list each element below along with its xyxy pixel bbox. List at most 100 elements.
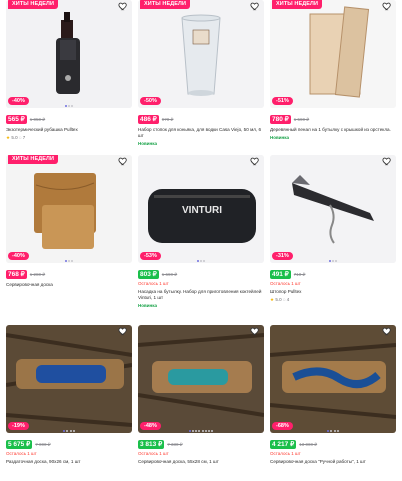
price-row: 780 ₽1 590 ₽ <box>270 115 396 124</box>
carousel-dots[interactable] <box>6 105 132 107</box>
product-title[interactable]: Раздаточная доска, 90х26 см, 1 шт <box>6 459 132 465</box>
svg-text:VINTURI: VINTURI <box>182 205 222 216</box>
carousel-dot[interactable] <box>211 430 214 432</box>
carousel-dot[interactable] <box>69 430 72 432</box>
discount-badge: -51% <box>272 97 293 105</box>
product-image[interactable]: -48% <box>138 325 264 433</box>
carousel-dots[interactable] <box>270 430 396 432</box>
carousel-dot[interactable] <box>332 260 334 262</box>
carousel-dot[interactable] <box>201 430 204 432</box>
hit-badge: ХИТЫ НЕДЕЛИ <box>8 155 59 164</box>
carousel-dot[interactable] <box>71 260 74 262</box>
heart-icon[interactable] <box>382 156 392 166</box>
product-title[interactable]: Деревянный пенал на 1 бутылку с крышкой … <box>270 127 396 133</box>
product-title[interactable]: Сервировочная доска, 55х28 см, 1 шт <box>138 459 264 465</box>
old-price: 1 050 ₽ <box>29 116 46 122</box>
current-price: 486 ₽ <box>138 115 159 124</box>
old-price: 13 000 ₽ <box>299 441 318 447</box>
product-title[interactable]: Сервировочная доска "Ручной работы", 1 ш… <box>270 459 396 465</box>
product-title[interactable]: Набор стопок для коньяка, для водки Casa… <box>138 127 264 139</box>
carousel-dots[interactable] <box>6 430 132 432</box>
product-title[interactable]: Экзотермический рубашка Pulltex <box>6 127 132 133</box>
price-row: 768 ₽1 280 ₽ <box>6 270 132 279</box>
product-card[interactable]: ХИТЫ НЕДЕЛИ -51% 780 ₽1 590 ₽ Деревянный пе… <box>270 0 396 140</box>
product-image[interactable]: VINTURI -53% <box>138 155 264 263</box>
product-image[interactable]: -19% <box>6 325 132 433</box>
product-card[interactable]: -48% 3 813 ₽7 330 ₽ Осталось 1 шт Сервирово… <box>138 325 264 465</box>
product-card[interactable]: VINTURI -53% 803 ₽1 690 ₽ Осталось 1 шт Наса… <box>138 155 264 308</box>
carousel-dot[interactable] <box>64 260 67 262</box>
heart-icon[interactable] <box>250 156 260 166</box>
carousel-dot[interactable] <box>68 105 70 107</box>
heart-icon[interactable] <box>118 326 128 336</box>
stock-status: Осталось 1 шт <box>270 451 301 456</box>
heart-icon[interactable] <box>250 326 260 336</box>
carousel-dots[interactable] <box>6 260 132 262</box>
carousel-dot[interactable] <box>327 430 330 432</box>
carousel-dot[interactable] <box>200 260 202 262</box>
discount-badge: -53% <box>140 252 161 260</box>
product-image[interactable]: ХИТЫ НЕДЕЛИ -40% <box>6 155 132 263</box>
hit-badge: ХИТЫ НЕДЕЛИ <box>8 0 59 9</box>
carousel-dot[interactable] <box>328 260 331 262</box>
product-title[interactable]: Сервировочная доска <box>6 282 132 288</box>
carousel-dot[interactable] <box>204 430 207 432</box>
discount-badge: -19% <box>8 422 29 430</box>
current-price: 768 ₽ <box>6 270 27 279</box>
carousel-dot[interactable] <box>71 105 74 107</box>
carousel-dots[interactable] <box>138 260 264 262</box>
carousel-dot[interactable] <box>68 260 70 262</box>
product-card[interactable]: ХИТЫ НЕДЕЛИ -50% 486 ₽970 ₽ Набор стопок дл… <box>138 0 264 146</box>
product-image[interactable]: ХИТЫ НЕДЕЛИ -40% <box>6 0 132 108</box>
product-title[interactable]: Штопор Pulltex <box>270 289 396 295</box>
carousel-dot[interactable] <box>63 430 66 432</box>
current-price: 5 675 ₽ <box>6 440 33 449</box>
discount-badge: -40% <box>8 252 29 260</box>
old-price: 7 000 ₽ <box>35 441 51 447</box>
product-photo <box>270 0 396 108</box>
product-card[interactable]: ХИТЫ НЕДЕЛИ -40% 565 ₽1 050 ₽ Экзотермическ… <box>6 0 132 141</box>
carousel-dot[interactable] <box>203 260 206 262</box>
price-row: 565 ₽1 050 ₽ <box>6 115 132 124</box>
carousel-dot[interactable] <box>66 430 69 432</box>
stock-status: Осталось 1 шт <box>270 281 301 286</box>
carousel-dot[interactable] <box>330 430 333 432</box>
heart-icon[interactable] <box>382 326 392 336</box>
carousel-dot[interactable] <box>207 430 210 432</box>
heart-icon[interactable] <box>250 1 260 11</box>
comment-icon: ◌ <box>282 297 286 302</box>
product-card[interactable]: -31% 491 ₽710 ₽ Осталось 1 шт Штопор Pullte… <box>270 155 396 303</box>
product-photo <box>6 325 132 433</box>
product-photo <box>138 325 264 433</box>
carousel-dots[interactable] <box>138 430 264 432</box>
product-card[interactable]: -68% 4 217 ₽13 000 ₽ Осталось 1 шт Сервиров… <box>270 325 396 465</box>
novelty-label: Новинка <box>270 135 290 140</box>
carousel-dot[interactable] <box>64 105 67 107</box>
carousel-dot[interactable] <box>196 260 199 262</box>
carousel-dot[interactable] <box>336 430 339 432</box>
heart-icon[interactable] <box>118 156 128 166</box>
discount-badge: -50% <box>140 97 161 105</box>
old-price: 7 330 ₽ <box>167 441 183 447</box>
carousel-dot[interactable] <box>198 430 201 432</box>
product-card[interactable]: -19% 5 675 ₽7 000 ₽ Осталось 1 шт Раздаточн… <box>6 325 132 465</box>
carousel-dot[interactable] <box>72 430 75 432</box>
product-image[interactable]: -31% <box>270 155 396 263</box>
carousel-dot[interactable] <box>335 260 338 262</box>
comment-icon: ◌ <box>18 135 22 140</box>
price-row: 3 813 ₽7 330 ₽ <box>138 440 264 449</box>
stock-status: Осталось 1 шт <box>138 281 169 286</box>
carousel-dot[interactable] <box>188 430 191 432</box>
product-image[interactable]: -68% <box>270 325 396 433</box>
product-image[interactable]: ХИТЫ НЕДЕЛИ -50% <box>138 0 264 108</box>
product-title[interactable]: Насадка на бутылку. Набор для приготовле… <box>138 289 264 301</box>
product-image[interactable]: ХИТЫ НЕДЕЛИ -51% <box>270 0 396 108</box>
heart-icon[interactable] <box>118 1 128 11</box>
carousel-dot[interactable] <box>333 430 336 432</box>
product-card[interactable]: ХИТЫ НЕДЕЛИ -40% 768 ₽1 280 ₽ Сервировочная… <box>6 155 132 288</box>
carousel-dot[interactable] <box>192 430 195 432</box>
carousel-dots[interactable] <box>270 260 396 262</box>
heart-icon[interactable] <box>382 1 392 11</box>
carousel-dot[interactable] <box>195 430 198 432</box>
old-price: 1 690 ₽ <box>161 271 178 277</box>
